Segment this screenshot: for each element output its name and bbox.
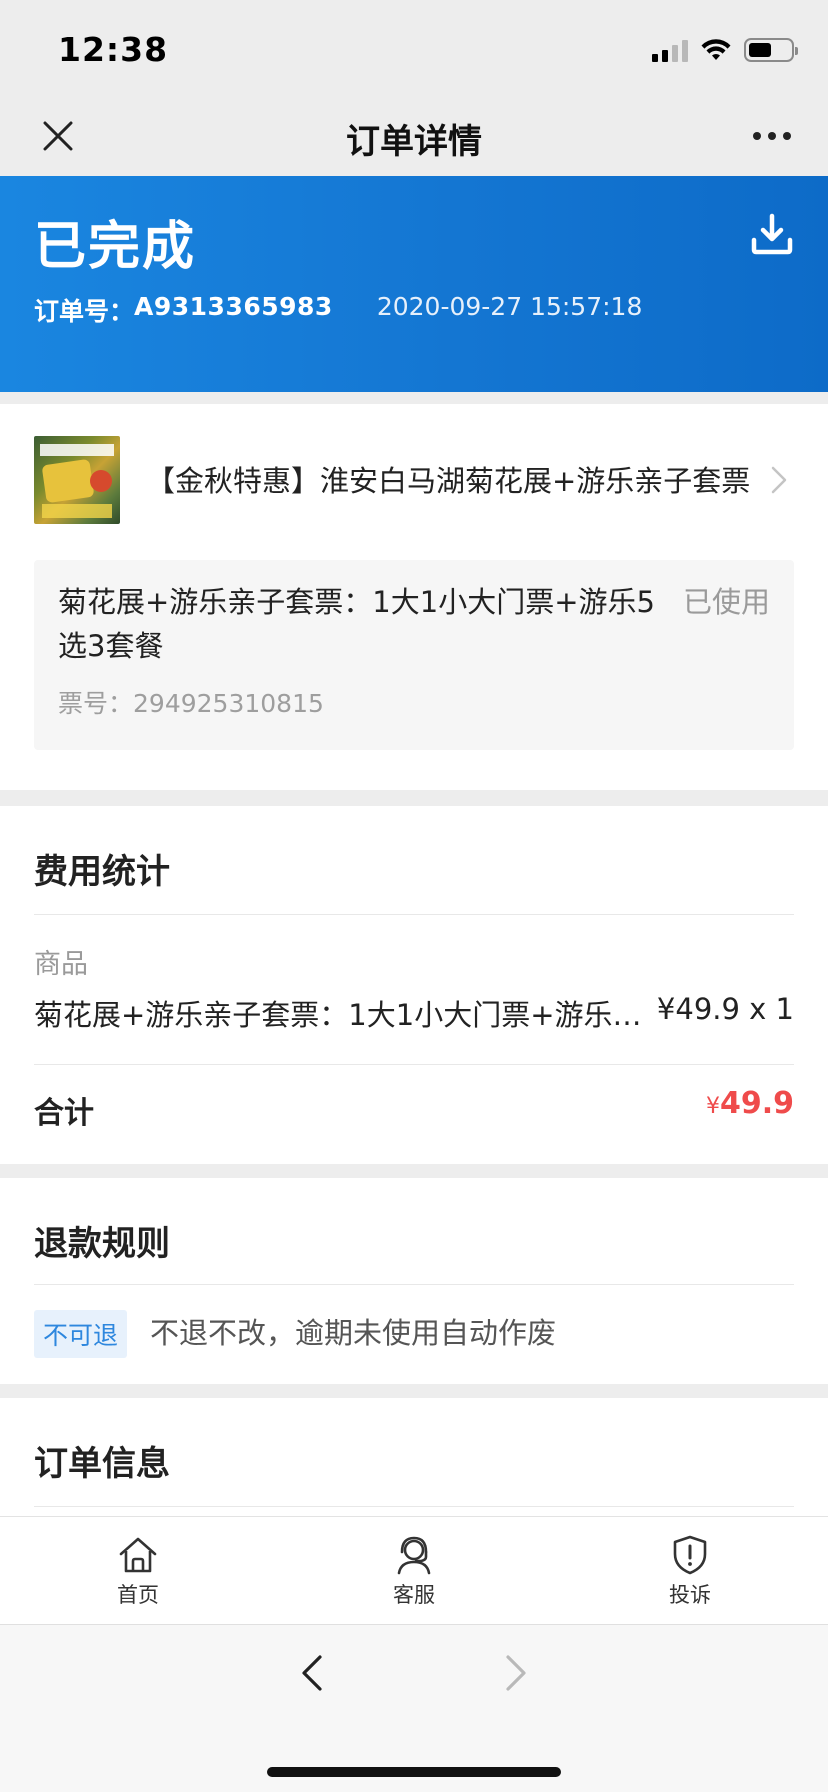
order-status-header: 已完成 订单号： A9313365983 2020-09-27 15:57:18 — [0, 176, 828, 392]
product-link[interactable]: 【金秋特惠】淮安白马湖菊花展+游乐亲子套票 — [34, 436, 794, 524]
status-icons — [652, 36, 798, 64]
more-dot — [783, 132, 791, 140]
total-value: ¥49.9 — [706, 1086, 794, 1121]
order-meta: 订单号： A9313365983 2020-09-27 15:57:18 — [34, 292, 642, 328]
status-bar: 12:38 — [0, 0, 828, 96]
total-currency: ¥ — [705, 1094, 720, 1119]
order-time: 2020-09-27 15:57:18 — [376, 292, 643, 321]
cellular-signal-icon — [652, 38, 688, 62]
tab-home-label: 首页 — [117, 1582, 159, 1607]
fee-summary-title: 费用统计 — [34, 852, 170, 892]
forward-arrow-icon[interactable] — [490, 1649, 538, 1697]
download-icon[interactable] — [750, 212, 794, 256]
nav-bar: 订单详情 — [0, 96, 828, 176]
shield-alert-icon — [673, 1535, 707, 1574]
ticket-name: 菊花展+游乐亲子套票：1大1小大门票+游乐5选3套餐 — [58, 585, 655, 663]
fee-summary-card: 费用统计 商品 菊花展+游乐亲子套票：1大1小大门票+游乐5选3套餐 ¥49.9… — [0, 806, 828, 1164]
ticket-box: 菊花展+游乐亲子套票：1大1小大门票+游乐5选3套餐 已使用 票号：294925… — [34, 560, 794, 750]
product-card: 【金秋特惠】淮安白马湖菊花展+游乐亲子套票 菊花展+游乐亲子套票：1大1小大门票… — [0, 404, 828, 790]
battery-icon — [744, 38, 798, 62]
more-dot — [768, 132, 776, 140]
more-button[interactable] — [744, 108, 800, 164]
divider — [34, 914, 794, 915]
home-icon — [119, 1537, 157, 1572]
refund-text: 不退不改，逾期未使用自动作废 — [150, 1316, 557, 1350]
tab-home[interactable]: 首页 — [0, 1517, 276, 1624]
divider — [34, 1506, 794, 1507]
refund-rules-title: 退款规则 — [34, 1224, 170, 1264]
product-title: 【金秋特惠】淮安白马湖菊花展+游乐亲子套票 — [146, 464, 751, 498]
fee-item-name: 菊花展+游乐亲子套票：1大1小大门票+游乐5选3套餐 — [34, 998, 654, 1032]
order-number-label: 订单号： — [34, 297, 135, 326]
divider — [34, 1284, 794, 1285]
home-indicator[interactable] — [267, 1767, 561, 1777]
chevron-right-icon — [771, 466, 787, 494]
divider — [34, 1064, 794, 1065]
refund-rules-card: 退款规则 不可退 不退不改，逾期未使用自动作废 — [0, 1178, 828, 1384]
browser-toolbar — [0, 1624, 828, 1792]
customer-service-icon — [397, 1536, 431, 1574]
tab-complaint-label: 投诉 — [669, 1582, 711, 1607]
refund-tag: 不可退 — [34, 1310, 128, 1358]
page-title: 订单详情 — [346, 122, 482, 162]
product-thumbnail — [34, 436, 120, 524]
total-label: 合计 — [34, 1096, 94, 1131]
order-info-title: 订单信息 — [34, 1444, 170, 1484]
more-dot — [753, 132, 761, 140]
ticket-number: 票号：294925310815 — [58, 684, 324, 720]
ticket-number-label: 票号： — [58, 689, 134, 718]
tab-customer-service-label: 客服 — [393, 1582, 435, 1607]
order-number: A9313365983 — [134, 292, 333, 321]
order-info-card: 订单信息 — [0, 1398, 828, 1518]
wifi-icon — [701, 39, 731, 60]
status-time: 12:38 — [58, 30, 169, 69]
ticket-status: 已使用 — [682, 585, 770, 619]
tab-complaint[interactable]: 投诉 — [552, 1517, 828, 1624]
fee-sub-label: 商品 — [34, 949, 88, 980]
total-amount: 49.9 — [719, 1086, 794, 1121]
tab-customer-service[interactable]: 客服 — [276, 1517, 552, 1624]
order-status: 已完成 — [34, 217, 197, 277]
back-arrow-icon[interactable] — [290, 1649, 338, 1697]
ticket-number-value: 294925310815 — [133, 689, 324, 718]
fee-item-price: ¥49.9 x 1 — [656, 992, 794, 1026]
bottom-tab-bar: 首页 客服 投诉 — [0, 1516, 828, 1624]
